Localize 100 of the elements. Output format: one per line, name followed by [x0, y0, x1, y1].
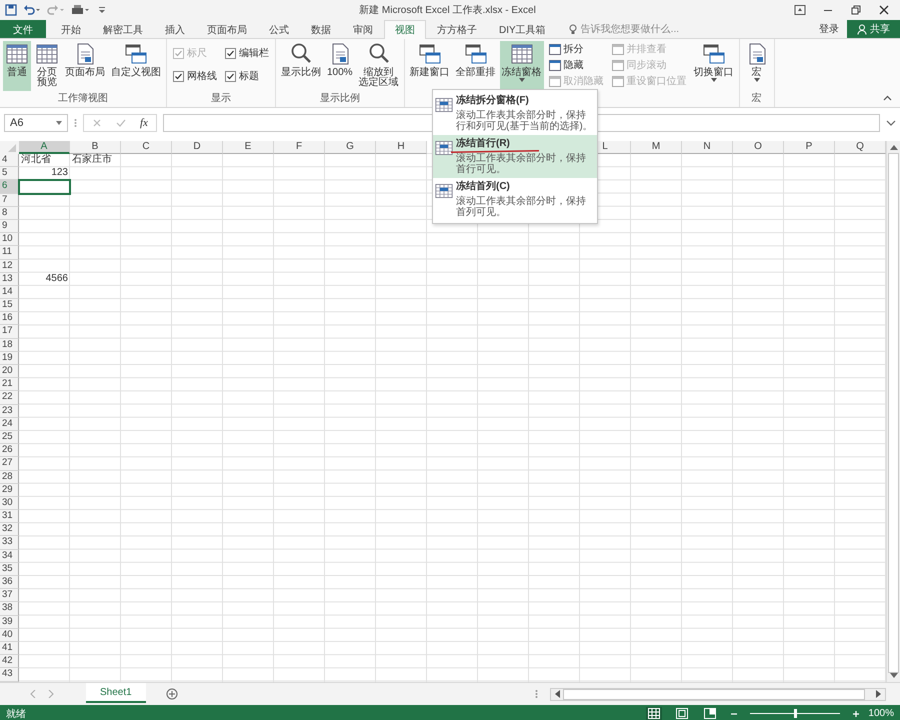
- ribbon-tab[interactable]: 公式: [258, 20, 300, 38]
- checkbox[interactable]: [225, 48, 236, 58]
- column-header[interactable]: P: [784, 141, 835, 154]
- add-sheet-icon[interactable]: [166, 688, 178, 700]
- row-header[interactable]: 32: [0, 523, 19, 536]
- column-header[interactable]: F: [274, 141, 325, 154]
- row-header[interactable]: 39: [0, 616, 19, 629]
- row-header[interactable]: 5: [0, 167, 19, 180]
- menu-item[interactable]: 冻结首行(R) 滚动工作表其余部分时，保持首行可见。: [433, 135, 597, 178]
- row-header[interactable]: 21: [0, 378, 19, 392]
- ribbon-tab[interactable]: DIY工具箱: [488, 20, 557, 38]
- row-header[interactable]: 20: [0, 365, 19, 378]
- column-header[interactable]: O: [733, 141, 784, 154]
- ribbon-button[interactable]: 显示比例: [279, 41, 323, 91]
- row-header[interactable]: 19: [0, 352, 19, 365]
- left-arrow-icon[interactable]: [554, 690, 560, 698]
- zoom-level[interactable]: 100%: [868, 708, 894, 719]
- restore-icon[interactable]: [850, 4, 862, 16]
- sign-in-link[interactable]: 登录: [811, 20, 847, 38]
- row-header[interactable]: 38: [0, 602, 19, 616]
- column-header[interactable]: A: [19, 141, 70, 154]
- row-header[interactable]: 36: [0, 576, 19, 590]
- row-header[interactable]: 37: [0, 589, 19, 602]
- ribbon-button[interactable]: 拆分: [548, 42, 604, 56]
- selected-cell[interactable]: [19, 180, 70, 194]
- ribbon-button[interactable]: 切换窗口: [692, 41, 736, 91]
- close-icon[interactable]: [878, 4, 890, 16]
- horizontal-scrollbar[interactable]: [550, 688, 886, 700]
- ribbon-options-icon[interactable]: [794, 4, 806, 16]
- row-header[interactable]: 23: [0, 404, 19, 418]
- row-header[interactable]: 8: [0, 206, 19, 220]
- ribbon-tab[interactable]: 数据: [300, 20, 342, 38]
- row-header[interactable]: 4: [0, 154, 19, 168]
- ribbon-button[interactable]: 普通: [3, 41, 31, 91]
- row-header[interactable]: 18: [0, 338, 19, 352]
- ribbon-button[interactable]: 缩放到 选定区域: [356, 41, 401, 91]
- row-header[interactable]: 43: [0, 668, 19, 682]
- row-header[interactable]: 10: [0, 233, 19, 246]
- customize-icon[interactable]: [97, 4, 107, 16]
- ribbon-tab[interactable]: 文件: [0, 20, 46, 38]
- view-button[interactable]: [646, 707, 662, 720]
- checkbox-label[interactable]: 网格线: [187, 69, 217, 83]
- row-header[interactable]: 12: [0, 260, 19, 273]
- checkbox[interactable]: [173, 70, 184, 82]
- down-arrow-icon[interactable]: [890, 673, 898, 680]
- row-header[interactable]: 14: [0, 286, 19, 300]
- vertical-scrollbar[interactable]: [886, 141, 900, 682]
- ribbon-tab[interactable]: 审阅: [342, 20, 384, 38]
- row-header[interactable]: 34: [0, 550, 19, 563]
- column-header[interactable]: H: [376, 141, 427, 154]
- tell-me-field[interactable]: 告诉我您想要做什么...: [568, 20, 721, 38]
- row-header[interactable]: 30: [0, 496, 19, 510]
- row-header[interactable]: 16: [0, 312, 19, 326]
- ribbon-button[interactable]: 页面布局: [63, 41, 107, 91]
- row-header[interactable]: 26: [0, 444, 19, 458]
- view-button[interactable]: [674, 707, 690, 720]
- row-header[interactable]: 29: [0, 484, 19, 497]
- ribbon-button[interactable]: 分页 预览: [33, 41, 61, 91]
- name-box[interactable]: A6: [4, 114, 68, 132]
- slider-thumb[interactable]: [794, 709, 798, 718]
- view-button[interactable]: [702, 707, 718, 720]
- print-icon[interactable]: [71, 4, 91, 16]
- checkbox-label[interactable]: 编辑栏: [239, 46, 269, 60]
- insert-function-button[interactable]: fx: [140, 117, 148, 129]
- share-button[interactable]: 共享: [847, 20, 900, 38]
- column-header[interactable]: E: [223, 141, 274, 154]
- row-header[interactable]: 22: [0, 391, 19, 405]
- sheet-tab[interactable]: Sheet1: [86, 683, 146, 703]
- row-header[interactable]: 7: [0, 194, 19, 207]
- column-header[interactable]: C: [121, 141, 172, 154]
- ribbon-button[interactable]: 自定义视图: [109, 41, 163, 91]
- row-header[interactable]: 40: [0, 628, 19, 642]
- row-header[interactable]: 31: [0, 510, 19, 524]
- ribbon-button[interactable]: 隐藏: [548, 58, 604, 72]
- ribbon-tab[interactable]: 解密工具: [92, 20, 154, 38]
- row-header[interactable]: 33: [0, 536, 19, 550]
- ribbon-tab[interactable]: 开始: [50, 20, 92, 38]
- row-header[interactable]: 41: [0, 642, 19, 656]
- row-header[interactable]: 27: [0, 457, 19, 470]
- zoom-in-icon[interactable]: [852, 710, 860, 718]
- row-header[interactable]: 42: [0, 655, 19, 668]
- column-header[interactable]: D: [172, 141, 223, 154]
- column-header[interactable]: B: [70, 141, 121, 154]
- column-header[interactable]: G: [325, 141, 376, 154]
- collapse-icon[interactable]: [883, 95, 892, 101]
- column-header[interactable]: M: [631, 141, 682, 154]
- checkbox-label[interactable]: 标题: [239, 69, 259, 83]
- column-header[interactable]: N: [682, 141, 733, 154]
- ribbon-tab[interactable]: 插入: [154, 20, 196, 38]
- ribbon-tab[interactable]: 方方格子: [426, 20, 488, 38]
- menu-item[interactable]: 冻结首列(C) 滚动工作表其余部分时，保持首列可见。: [433, 178, 597, 221]
- row-header[interactable]: 13: [0, 272, 19, 286]
- right-arrow-icon[interactable]: [876, 690, 882, 698]
- row-header[interactable]: 35: [0, 562, 19, 576]
- menu-item[interactable]: 冻结拆分窗格(F) 滚动工作表其余部分时，保持行和列可见(基于当前的选择)。: [433, 92, 597, 135]
- expand-icon[interactable]: [886, 119, 896, 127]
- checkbox[interactable]: [225, 70, 236, 82]
- ribbon-button[interactable]: 100%: [325, 41, 355, 91]
- row-header[interactable]: 17: [0, 325, 19, 339]
- up-arrow-icon[interactable]: [890, 144, 898, 150]
